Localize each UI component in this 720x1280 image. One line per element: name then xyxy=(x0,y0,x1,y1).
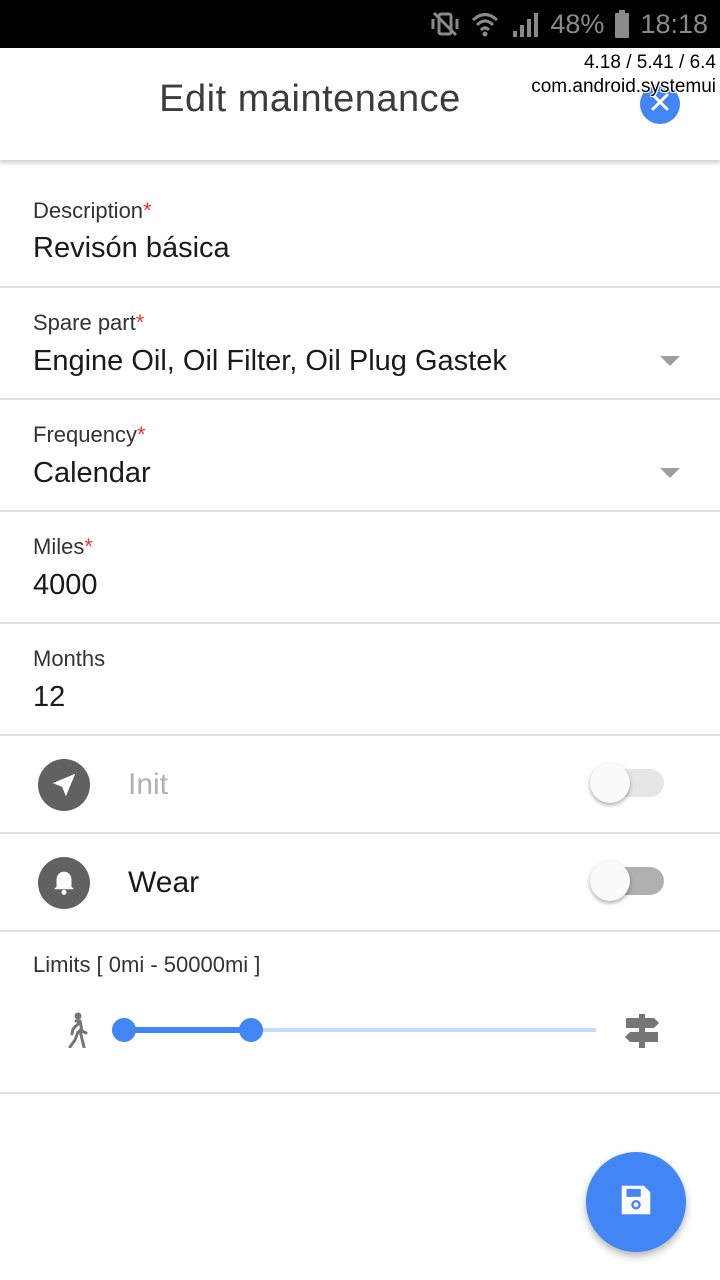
wifi-icon xyxy=(470,9,500,39)
months-input[interactable]: 12 xyxy=(33,681,65,714)
walking-person-icon xyxy=(64,1012,90,1053)
init-label: Init xyxy=(128,768,169,801)
limits-range-slider[interactable] xyxy=(112,1018,596,1042)
description-label: Description* xyxy=(33,198,152,223)
status-bar: 48% 18:18 xyxy=(0,0,720,48)
status-icons: 48% 18:18 xyxy=(430,8,708,40)
navigation-arrow-icon xyxy=(38,759,90,811)
limits-section: Limits [ 0mi - 50000mi ] xyxy=(0,932,720,1094)
page-title: Edit maintenance xyxy=(159,78,461,120)
vibrate-mute-icon xyxy=(430,9,460,39)
chevron-down-icon[interactable] xyxy=(660,356,680,366)
clock: 18:18 xyxy=(640,8,708,39)
spare-part-label: Spare part* xyxy=(33,310,145,335)
debug-overlay-stats: 4.18 / 5.41 / 6.4 xyxy=(583,52,716,73)
debug-overlay-package: com.android.systemui xyxy=(531,76,716,97)
wear-toggle-knob xyxy=(590,861,630,901)
init-toggle[interactable] xyxy=(590,763,664,803)
save-icon xyxy=(617,1181,655,1224)
limits-max-handle[interactable] xyxy=(239,1018,264,1042)
description-field[interactable]: Description* Revisón básica xyxy=(0,160,720,288)
months-field[interactable]: Months 12 xyxy=(0,624,720,736)
limits-min-handle[interactable] xyxy=(112,1018,136,1042)
description-input[interactable]: Revisón básica xyxy=(33,232,230,265)
wear-label: Wear xyxy=(128,866,200,899)
battery-percent: 48% xyxy=(550,8,605,39)
wear-toggle[interactable] xyxy=(590,861,664,901)
months-label: Months xyxy=(33,646,106,671)
spare-part-select[interactable]: Engine Oil, Oil Filter, Oil Plug Gastek xyxy=(33,345,507,378)
limits-label: Limits [ 0mi - 50000mi ] xyxy=(33,952,261,977)
signpost-icon xyxy=(624,1014,660,1053)
frequency-field[interactable]: Frequency* Calendar xyxy=(0,400,720,512)
miles-label: Miles* xyxy=(33,534,93,559)
battery-icon xyxy=(614,9,630,39)
chevron-down-icon[interactable] xyxy=(660,468,680,478)
miles-field[interactable]: Miles* 4000 xyxy=(0,512,720,624)
init-toggle-knob xyxy=(590,763,630,803)
frequency-label: Frequency* xyxy=(33,422,146,447)
frequency-select[interactable]: Calendar xyxy=(33,457,151,490)
spare-part-field[interactable]: Spare part* Engine Oil, Oil Filter, Oil … xyxy=(0,288,720,400)
limits-range-fill xyxy=(124,1027,252,1033)
miles-input[interactable]: 4000 xyxy=(33,569,98,602)
init-row: Init xyxy=(0,736,720,834)
bell-icon xyxy=(38,857,90,909)
wear-row: Wear xyxy=(0,834,720,932)
signal-icon xyxy=(510,9,540,39)
save-button[interactable] xyxy=(586,1152,686,1252)
